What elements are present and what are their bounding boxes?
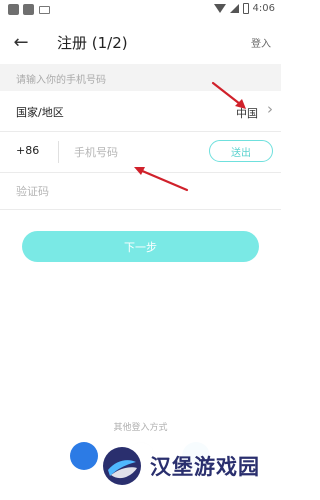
send-code-button[interactable]: 送出 <box>209 140 273 162</box>
watermark-logo-icon <box>103 447 141 485</box>
wifi-icon <box>213 4 226 13</box>
phone-row: +86 送出 <box>0 132 281 172</box>
status-bar: 4:06 <box>0 0 281 22</box>
next-step-button[interactable]: 下一步 <box>22 231 259 262</box>
app-icon <box>23 4 34 15</box>
signal-icon <box>229 4 239 13</box>
keyboard-icon <box>39 5 50 14</box>
watermark-text: 汉堡游戏园 <box>150 454 260 479</box>
chevron-right-icon: › <box>267 100 273 118</box>
phone-hint: 请输入你的手机号码 <box>16 75 106 86</box>
code-row <box>0 173 281 209</box>
watermark: 汉堡游戏园 <box>98 440 276 492</box>
country-value: 中国 <box>236 107 258 120</box>
status-right: 4:06 <box>213 3 275 14</box>
status-left <box>8 4 50 15</box>
facebook-icon[interactable] <box>70 442 98 470</box>
app-icon <box>8 4 19 15</box>
battery-icon <box>242 3 249 14</box>
status-time: 4:06 <box>252 3 275 14</box>
app-bar: ← 注册 (1/2) 登入 <box>0 22 281 64</box>
verification-code-input[interactable] <box>16 181 216 201</box>
divider <box>0 209 281 210</box>
hint-band: 请输入你的手机号码 <box>0 64 281 91</box>
phone-input[interactable] <box>74 142 194 162</box>
country-selector[interactable]: 国家/地区 中国 › <box>0 93 281 131</box>
separator <box>58 141 59 163</box>
country-code[interactable]: +86 <box>16 144 39 157</box>
arrow-left-icon: ← <box>13 32 29 53</box>
login-link[interactable]: 登入 <box>251 35 271 50</box>
country-label: 国家/地区 <box>16 106 64 119</box>
page-title: 注册 (1/2) <box>57 34 128 52</box>
other-login-label: 其他登入方式 <box>113 423 168 433</box>
back-button[interactable]: ← <box>8 30 34 56</box>
